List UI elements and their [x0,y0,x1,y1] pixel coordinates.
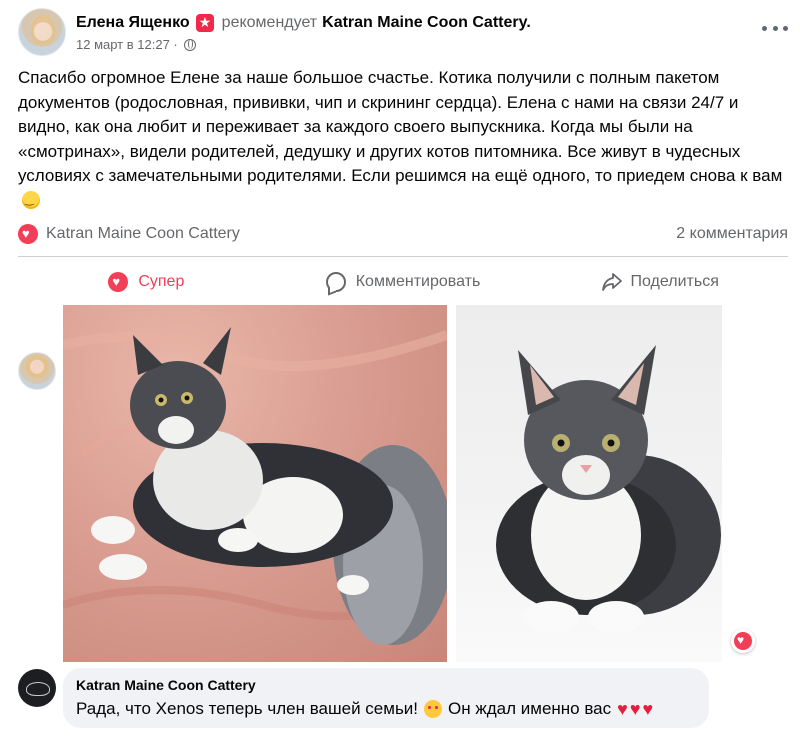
photo-love-reaction[interactable] [731,629,755,653]
post-date[interactable]: 12 март в 12:27 · [76,37,178,52]
comment-text: Рада, что Xenos теперь член вашей семьи!… [76,697,696,721]
recommended-page-link[interactable]: Katran Maine Coon Cattery. [322,14,531,32]
heart-reaction-icon [734,631,752,650]
more-icon[interactable] [762,20,788,36]
recommends-verb: рекомендует [221,14,318,31]
share-button[interactable]: Поделиться [531,262,788,302]
post-actions: Супер Комментировать Поделиться [18,262,788,302]
heart-reaction-icon [18,224,38,244]
post-header: Елена Ященко рекомендует Katran Maine Co… [18,8,788,56]
share-arrow-icon [601,272,622,292]
comment-text-part-1: Рада, что Xenos теперь член вашей семьи! [76,699,419,718]
author-name[interactable]: Елена Ященко [76,14,190,32]
reactions-summary-left[interactable]: Katran Maine Coon Cattery [18,224,240,244]
post-timestamp-line: 12 март в 12:27 · [76,37,196,52]
super-button[interactable]: Супер [18,262,275,302]
reactions-summary: Katran Maine Coon Cattery 2 комментария [18,222,788,246]
comment-button[interactable]: Комментировать [275,262,532,302]
cattery-avatar[interactable] [18,669,56,707]
reacted-page-name: Katran Maine Coon Cattery [46,225,240,242]
post-text: Спасибо огромное Елене за наше большое с… [18,66,788,213]
recommend-star-icon [195,13,214,32]
actions-divider [18,256,788,257]
comment-text-part-2: Он ждал именно вас [448,699,612,718]
comment-bubble: Katran Maine Coon Cattery Рада, что Xeno… [63,668,709,728]
winking-face-emoji [22,190,40,209]
comment-label: Комментировать [355,273,481,290]
comment-bubble-icon [325,272,346,292]
author-line: Елена Ященко рекомендует Katran Maine Co… [76,13,531,32]
cat-photo-blanket[interactable] [63,305,447,662]
red-hearts-emoji: ♥♥♥ [617,699,656,719]
globe-icon [183,38,196,51]
author-avatar[interactable] [18,8,66,56]
smiling-cat-with-heart-eyes-emoji [424,700,443,718]
heart-icon [108,272,129,292]
cat-photo-white[interactable] [456,305,722,662]
post-body: Спасибо огромное Елене за наше большое с… [18,68,783,185]
author-avatar-small[interactable] [18,352,56,390]
super-label: Супер [138,273,185,290]
share-label: Поделиться [630,273,719,290]
comment-author[interactable]: Katran Maine Coon Cattery [76,676,696,695]
comments-count[interactable]: 2 комментария [676,225,788,243]
